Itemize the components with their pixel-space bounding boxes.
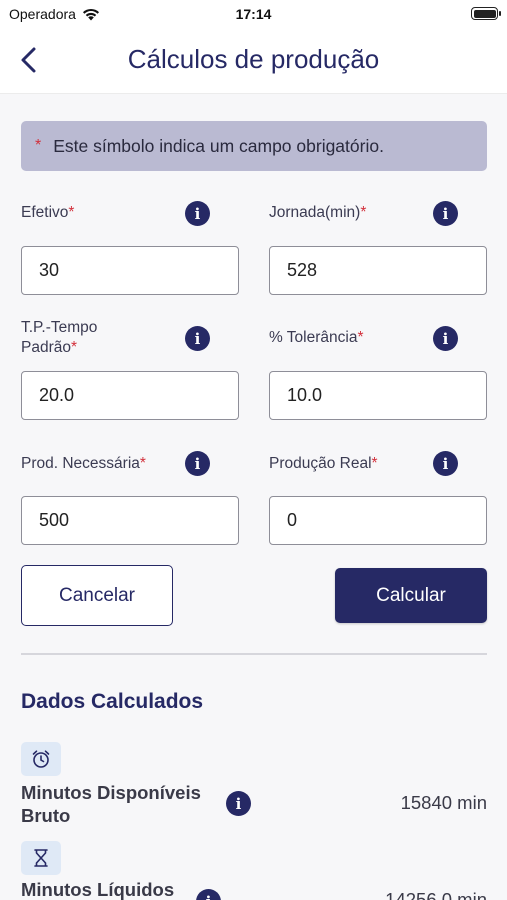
prod-necessaria-info-icon[interactable]: i (185, 451, 210, 476)
page-title: Cálculos de produção (127, 44, 380, 74)
alarm-clock-icon (21, 742, 61, 776)
tempo-padrao-input[interactable] (21, 371, 239, 420)
tempo-padrao-label: T.P.-Tempo Padrão* (21, 319, 98, 356)
efetivo-label: Efetivo* (21, 204, 75, 221)
prod-necessaria-label: Prod. Necessária* (21, 455, 146, 472)
prod-necessaria-input[interactable] (21, 496, 239, 545)
status-bar: Operadora 17:14 (0, 0, 507, 28)
tolerancia-label: % Tolerância* (269, 329, 364, 346)
tolerancia-input[interactable] (269, 371, 487, 420)
minutos-liquidos-info-icon[interactable]: i (196, 889, 221, 900)
results-title: Dados Calculados (21, 690, 204, 713)
jornada-info-icon[interactable]: i (433, 201, 458, 226)
nav-header: Cálculos de produção (0, 28, 507, 94)
producao-real-input[interactable] (269, 496, 487, 545)
minutos-disponiveis-value: 15840 min (400, 792, 487, 813)
efetivo-input[interactable] (21, 246, 239, 295)
efetivo-info-icon[interactable]: i (185, 201, 210, 226)
minutos-liquidos-label: Minutos Líquidos (21, 879, 175, 900)
producao-real-info-icon[interactable]: i (433, 451, 458, 476)
notice-text: Este símbolo indica um campo obrigatório… (53, 135, 384, 156)
minutos-disponiveis-info-icon[interactable]: i (226, 791, 251, 816)
tempo-padrao-info-icon[interactable]: i (185, 326, 210, 351)
calculate-button[interactable]: Calcular (335, 568, 487, 623)
producao-real-label: Produção Real* (269, 455, 378, 472)
hourglass-icon (21, 841, 61, 875)
required-notice: * Este símbolo indica um campo obrigatór… (21, 121, 487, 171)
minutos-disponiveis-label: Minutos Disponíveis Bruto (21, 782, 201, 826)
required-asterisk: * (35, 137, 42, 154)
battery-icon (471, 7, 501, 20)
cancel-button[interactable]: Cancelar (21, 565, 173, 626)
clock: 17:14 (235, 6, 272, 22)
tolerancia-info-icon[interactable]: i (433, 326, 458, 351)
form-content: * Este símbolo indica um campo obrigatór… (0, 94, 507, 900)
minutos-liquidos-value: 14256.0 min (385, 889, 487, 900)
jornada-label: Jornada(min)* (269, 204, 367, 221)
divider (21, 653, 487, 655)
jornada-input[interactable] (269, 246, 487, 295)
